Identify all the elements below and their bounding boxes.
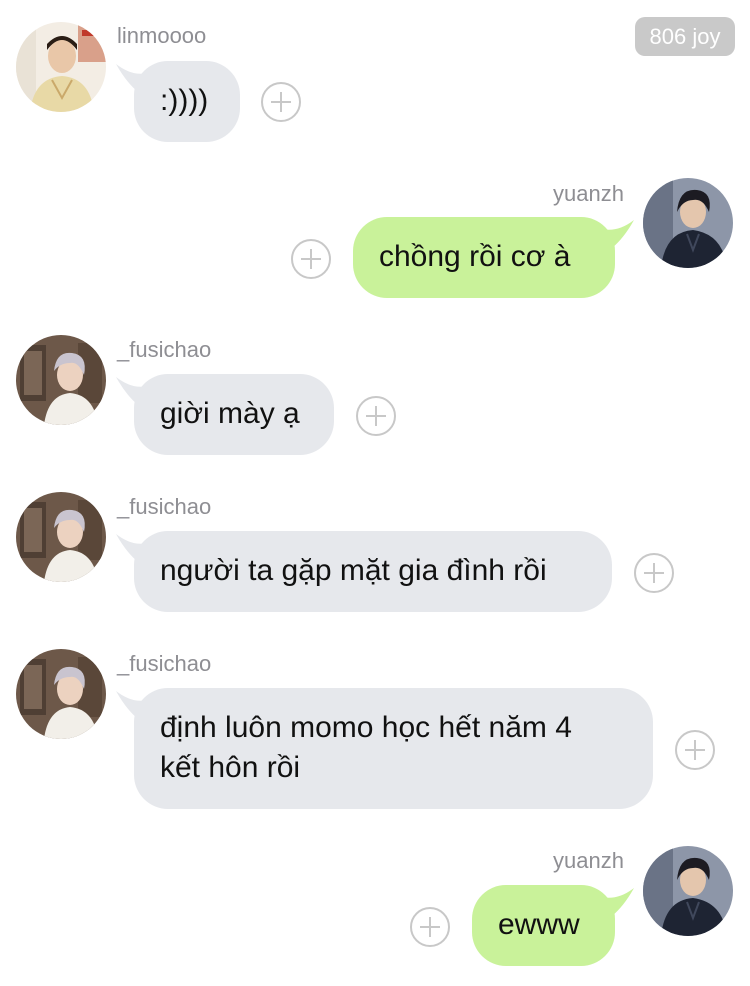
add-reaction-icon[interactable] [291, 239, 331, 279]
message-username: _fusichao [117, 494, 212, 519]
message-bubble[interactable]: định luôn momo học hết năm 4 kết hôn rồi [134, 688, 653, 809]
message-text: :)))) [160, 84, 209, 117]
message-bubble[interactable]: :)))) [134, 61, 240, 142]
message-username: yuanzh [553, 181, 624, 206]
message-text: giời mày ạ [160, 397, 300, 430]
add-reaction-icon[interactable] [675, 730, 715, 770]
avatar-yuanzh[interactable] [643, 178, 733, 268]
message-bubble[interactable]: người ta gặp mặt gia đình rồi [134, 531, 612, 612]
add-reaction-icon[interactable] [634, 553, 674, 593]
message-username: yuanzh [553, 848, 624, 873]
avatar-fusichao[interactable] [16, 649, 106, 739]
message-username: _fusichao [117, 651, 212, 676]
avatar-linmoooo[interactable] [16, 22, 106, 112]
points-badge: 806 joy [635, 17, 735, 56]
message-bubble[interactable]: giời mày ạ [134, 374, 334, 455]
message-username: linmoooo [117, 23, 207, 48]
avatar-fusichao[interactable] [16, 492, 106, 582]
message-bubble[interactable]: chồng rồi cơ à [353, 217, 615, 298]
add-reaction-icon[interactable] [261, 82, 301, 122]
message-text: ewww [498, 908, 580, 941]
avatar-yuanzh[interactable] [643, 846, 733, 936]
avatar-fusichao[interactable] [16, 335, 106, 425]
message-text: người ta gặp mặt gia đình rồi [160, 554, 547, 587]
message-text-line: kết hôn rồi [160, 751, 301, 784]
message-username: _fusichao [117, 337, 212, 362]
add-reaction-icon[interactable] [410, 907, 450, 947]
message-text-line: định luôn momo học hết năm 4 [160, 711, 572, 744]
message-text: chồng rồi cơ à [379, 240, 571, 273]
message-bubble[interactable]: ewww [472, 885, 615, 966]
add-reaction-icon[interactable] [356, 396, 396, 436]
